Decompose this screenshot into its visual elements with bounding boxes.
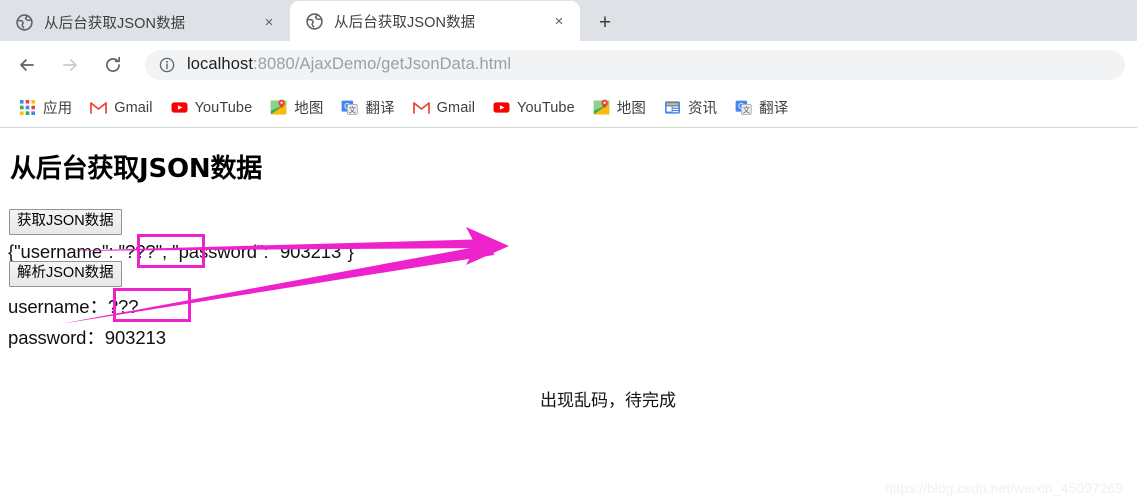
bookmark-gmail-2[interactable]: Gmail [406,94,482,122]
back-button[interactable] [12,50,42,80]
svg-text:文: 文 [349,105,357,114]
parse-json-button[interactable]: 解析JSON数据 [9,261,122,287]
bookmarks-bar: 应用 Gmail YouTube 地图 文 翻译 Gmail YouTube 地… [0,88,1137,127]
bookmark-translate-1[interactable]: G 文 翻译 [334,94,401,122]
bookmark-maps-2[interactable]: 地图 [586,94,653,122]
bookmark-maps-1[interactable]: 地图 [263,94,330,122]
bookmark-label: 应用 [43,101,73,117]
bookmark-label: 资讯 [687,101,718,117]
page-viewport: 从后台获取JSON数据 获取JSON数据 {"username": "???",… [0,127,1137,504]
browser-tab-2[interactable]: 从后台获取JSON数据 × [290,1,580,41]
bookmark-label: YouTube [517,99,575,116]
browser-tab-1[interactable]: 从后台获取JSON数据 × [0,4,290,41]
bookmark-label: Gmail [436,99,476,116]
reload-button[interactable] [98,50,128,80]
svg-text:文: 文 [743,105,751,114]
info-circle-icon[interactable] [159,57,175,73]
translate-icon: G 文 [735,99,752,116]
globe-icon [16,14,33,31]
gmail-icon [90,99,108,116]
bookmark-label: 翻译 [365,101,395,117]
browser-window: 从后台获取JSON数据 × 从后台获取JSON数据 × + localhost:… [0,0,1137,504]
maps-icon [270,99,287,116]
forward-arrow-icon [63,58,77,71]
maps-icon [593,99,610,116]
fetch-json-button[interactable]: 获取JSON数据 [9,209,122,235]
browser-toolbar: localhost:8080/AjaxDemo/getJsonData.html [0,41,1137,88]
youtube-icon [171,99,188,116]
bookmark-label: 翻译 [759,101,789,117]
bookmark-youtube-1[interactable]: YouTube [164,94,260,122]
tab-close-icon[interactable]: × [256,10,282,36]
bookmark-label: 地图 [616,101,646,117]
bookmark-label: Gmail [114,99,153,116]
back-arrow-icon [20,58,34,71]
forward-button [55,50,85,80]
url-text: localhost:8080/AjaxDemo/getJsonData.html [187,55,511,74]
annotation-note: 出现乱码，待完成 [540,391,676,411]
bookmark-translate-2[interactable]: G 文 翻译 [728,94,795,122]
url-path: :8080/AjaxDemo/getJsonData.html [253,55,512,73]
bookmark-apps[interactable]: 应用 [12,94,79,122]
page-title: 从后台获取JSON数据 [10,154,263,184]
globe-icon [306,12,323,30]
watermark-text: https://blog.csdn.net/weixin_45097269 [884,480,1123,496]
bookmark-gmail-1[interactable]: Gmail [83,94,159,122]
tab-title: 从后台获取JSON数据 [44,16,186,32]
bookmark-youtube-2[interactable]: YouTube [486,94,582,122]
address-bar[interactable]: localhost:8080/AjaxDemo/getJsonData.html [145,49,1125,80]
highlight-box-parsed-username [113,288,191,322]
bookmark-label: 地图 [294,101,324,117]
tab-strip: 从后台获取JSON数据 × 从后台获取JSON数据 × + [0,0,1137,41]
tab-title: 从后台获取JSON数据 [334,14,476,31]
tab-close-icon[interactable]: × [546,8,572,34]
youtube-icon [493,99,510,116]
bookmark-news[interactable]: 资讯 [657,94,724,122]
password-output-text: password：903213 [8,327,166,348]
new-tab-button[interactable]: + [590,7,620,37]
url-host: localhost [187,55,254,73]
reload-icon [106,56,121,72]
apps-grid-icon [19,99,36,116]
translate-icon: G 文 [341,99,359,116]
news-icon [664,99,681,116]
highlight-box-json-username [137,234,205,268]
gmail-icon [412,99,430,116]
bookmark-label: YouTube [194,99,253,116]
